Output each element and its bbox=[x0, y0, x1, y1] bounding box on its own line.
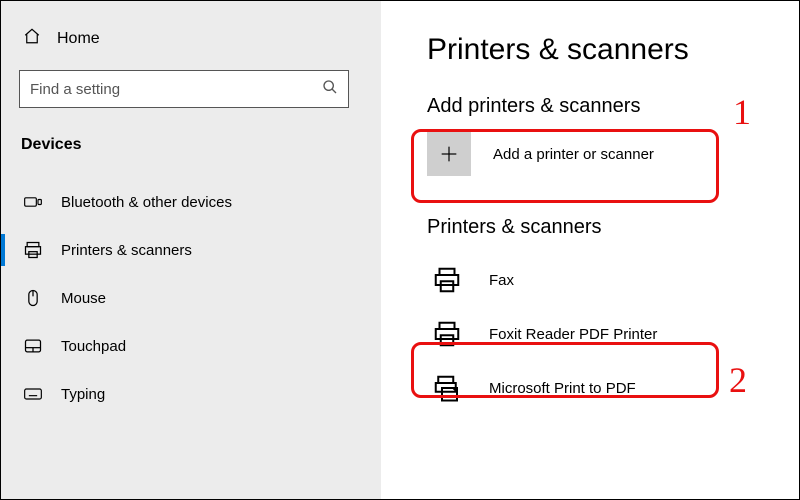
settings-sidebar: Home Find a setting Devices Bluetooth & … bbox=[1, 1, 381, 499]
sidebar-nav: Bluetooth & other devices Printers & sca… bbox=[19, 178, 363, 418]
search-icon bbox=[322, 79, 338, 99]
sidebar-item-label: Bluetooth & other devices bbox=[61, 194, 232, 211]
keyboard-icon bbox=[23, 384, 43, 404]
printer-item-ms-print-pdf[interactable]: Microsoft Print to PDF bbox=[427, 361, 727, 415]
search-input[interactable]: Find a setting bbox=[19, 70, 349, 108]
printer-list: Printers & scanners Fax Foxit Reader PDF… bbox=[427, 216, 759, 415]
search-placeholder: Find a setting bbox=[30, 81, 120, 98]
sidebar-item-label: Mouse bbox=[61, 290, 106, 307]
mouse-icon bbox=[23, 288, 43, 308]
bluetooth-devices-icon bbox=[23, 192, 43, 212]
list-section-heading: Printers & scanners bbox=[427, 216, 759, 239]
printer-item-fax[interactable]: Fax bbox=[427, 253, 727, 307]
sidebar-item-touchpad[interactable]: Touchpad bbox=[19, 322, 363, 370]
printer-icon bbox=[23, 240, 43, 260]
printer-item-foxit[interactable]: Foxit Reader PDF Printer bbox=[427, 307, 727, 361]
sidebar-item-printers[interactable]: Printers & scanners bbox=[19, 226, 363, 274]
home-nav[interactable]: Home bbox=[19, 19, 363, 70]
printer-glyph-icon bbox=[427, 319, 467, 349]
sidebar-item-mouse[interactable]: Mouse bbox=[19, 274, 363, 322]
sidebar-item-typing[interactable]: Typing bbox=[19, 370, 363, 418]
sidebar-section-label: Devices bbox=[21, 136, 363, 154]
add-section-heading: Add printers & scanners bbox=[427, 95, 759, 118]
add-printer-button[interactable]: Add a printer or scanner bbox=[427, 132, 727, 176]
printer-name: Foxit Reader PDF Printer bbox=[489, 326, 657, 343]
sidebar-item-label: Printers & scanners bbox=[61, 242, 192, 259]
printer-name: Fax bbox=[489, 272, 514, 289]
printer-name: Microsoft Print to PDF bbox=[489, 380, 636, 397]
main-panel: Printers & scanners Add printers & scann… bbox=[381, 1, 799, 499]
home-icon bbox=[23, 27, 41, 50]
page-title: Printers & scanners bbox=[427, 33, 759, 67]
home-label: Home bbox=[57, 30, 100, 48]
add-printer-label: Add a printer or scanner bbox=[493, 146, 654, 163]
plus-icon bbox=[427, 132, 471, 176]
sidebar-item-bluetooth[interactable]: Bluetooth & other devices bbox=[19, 178, 363, 226]
sidebar-item-label: Touchpad bbox=[61, 338, 126, 355]
printer-glyph-icon bbox=[427, 265, 467, 295]
pdf-printer-glyph-icon bbox=[427, 373, 467, 403]
sidebar-item-label: Typing bbox=[61, 386, 105, 403]
touchpad-icon bbox=[23, 336, 43, 356]
